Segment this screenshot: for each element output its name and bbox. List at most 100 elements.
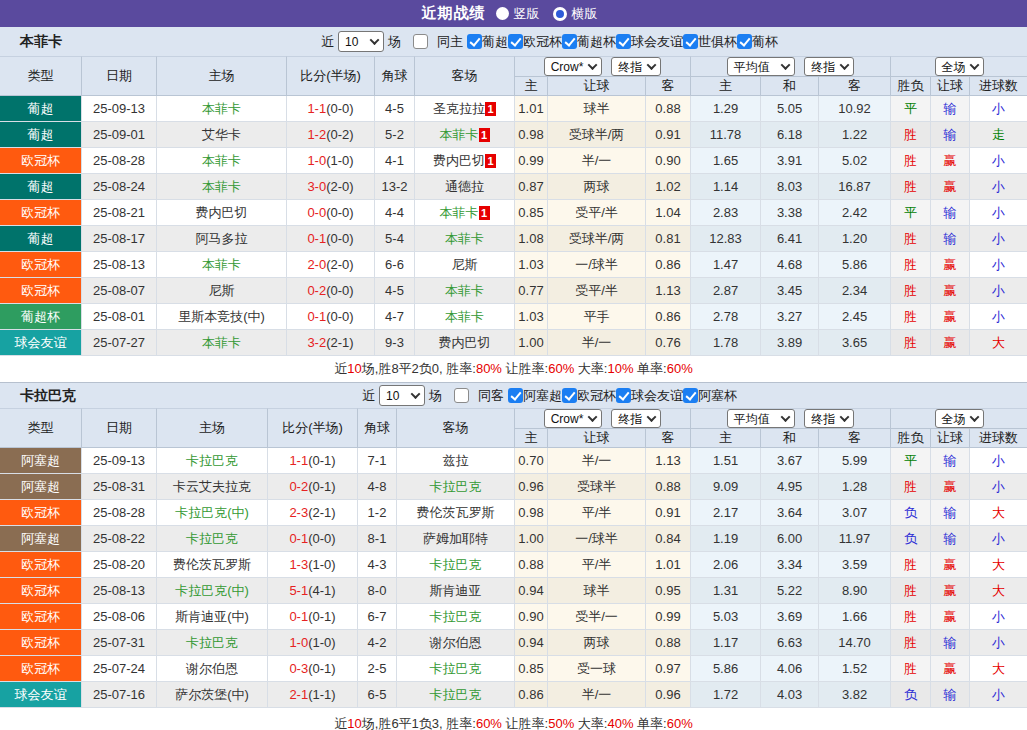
same-side-checkbox[interactable] — [413, 34, 428, 49]
league-badge: 葡超 — [0, 174, 82, 200]
col-header-home-odds: 主 — [515, 77, 548, 96]
match-date: 25-07-24 — [82, 656, 157, 682]
goals-result: 大 — [970, 656, 1027, 682]
odds-kind-select[interactable]: 终指 — [611, 57, 661, 76]
league-badge: 葡超杯 — [0, 304, 82, 330]
col-header-avg-away: 客 — [819, 77, 891, 96]
away-handicap-odds: 0.84 — [646, 526, 691, 552]
handicap-line: 半/一 — [548, 148, 646, 174]
avg-draw-odds: 4.03 — [761, 682, 819, 708]
league-badge: 葡超 — [0, 122, 82, 148]
league-checkbox-label: 葡超 — [482, 33, 508, 51]
away-handicap-odds: 0.88 — [646, 630, 691, 656]
avg-home-odds: 2.78 — [691, 304, 761, 330]
away-team: 本菲卡1 — [415, 200, 515, 226]
wdl-result: 胜 — [891, 174, 931, 200]
league-badge: 欧冠杯 — [0, 252, 82, 278]
avg-home-odds: 5.86 — [691, 656, 761, 682]
wdl-result: 胜 — [891, 552, 931, 578]
vertical-layout-radio[interactable] — [496, 7, 509, 20]
away-handicap-odds: 1.13 — [646, 278, 691, 304]
league-checkbox[interactable] — [683, 388, 698, 403]
odds-source-select[interactable]: Crow* — [544, 409, 602, 428]
col-header-away: 客场 — [397, 408, 515, 448]
recent-count-select[interactable]: 10 — [338, 31, 384, 52]
goals-result: 小 — [970, 200, 1027, 226]
line-result: 赢 — [931, 604, 970, 630]
match-date: 25-08-13 — [82, 578, 157, 604]
avg-kind-select[interactable]: 终指 — [804, 57, 854, 76]
avg-source-select[interactable]: 平均值 — [727, 409, 795, 428]
home-team: 本菲卡 — [157, 330, 287, 356]
away-team: 谢尔伯恩 — [397, 630, 515, 656]
same-side-label: 同主 — [437, 33, 463, 51]
scope-select[interactable]: 全场 — [935, 57, 984, 76]
avg-home-odds: 2.87 — [691, 278, 761, 304]
col-header-date: 日期 — [82, 56, 157, 96]
avg-home-odds: 12.83 — [691, 226, 761, 252]
league-checkbox[interactable] — [616, 388, 631, 403]
away-team: 尼斯 — [415, 252, 515, 278]
goals-result: 小 — [970, 304, 1027, 330]
line-result: 输 — [931, 500, 970, 526]
avg-away-odds: 5.99 — [819, 448, 891, 474]
match-score: 2-1(1-1) — [268, 682, 358, 708]
league-checkbox[interactable] — [737, 34, 752, 49]
league-checkbox[interactable] — [467, 34, 482, 49]
col-header-away-odds: 客 — [646, 77, 691, 96]
league-checkbox[interactable] — [508, 34, 523, 49]
match-score: 0-1(0-1) — [268, 604, 358, 630]
league-badge: 欧冠杯 — [0, 656, 82, 682]
line-result: 赢 — [931, 148, 970, 174]
goals-result: 走 — [970, 122, 1027, 148]
league-badge: 葡超 — [0, 96, 82, 122]
col-header-avg-draw: 和 — [761, 77, 819, 96]
away-team: 卡拉巴克 — [397, 604, 515, 630]
home-team: 艾华卡 — [157, 122, 287, 148]
chevron-down-icon — [969, 412, 979, 422]
home-handicap-odds: 1.03 — [515, 252, 548, 278]
goals-result: 小 — [970, 630, 1027, 656]
scope-select[interactable]: 全场 — [935, 409, 984, 428]
match-date: 25-08-06 — [82, 604, 157, 630]
match-date: 25-08-13 — [82, 252, 157, 278]
avg-home-odds: 2.06 — [691, 552, 761, 578]
league-badge: 阿塞超 — [0, 474, 82, 500]
recent-count-select[interactable]: 10 — [379, 385, 425, 406]
avg-draw-odds: 5.05 — [761, 96, 819, 122]
league-checkbox[interactable] — [562, 388, 577, 403]
odds-source-select[interactable]: Crow* — [544, 57, 602, 76]
goals-result: 小 — [970, 526, 1027, 552]
home-team: 费内巴切 — [157, 200, 287, 226]
league-checkbox[interactable] — [508, 388, 523, 403]
avg-draw-odds: 3.91 — [761, 148, 819, 174]
home-handicap-odds: 0.90 — [515, 604, 548, 630]
league-checkbox[interactable] — [683, 34, 698, 49]
same-side-checkbox[interactable] — [454, 388, 469, 403]
avg-home-odds: 11.78 — [691, 122, 761, 148]
league-checkbox[interactable] — [616, 34, 631, 49]
wdl-result: 平 — [891, 200, 931, 226]
match-date: 25-08-21 — [82, 200, 157, 226]
match-score: 2-0(2-0) — [287, 252, 375, 278]
match-row: 阿塞超25-08-22卡拉巴克0-1(0-0)8-1萨姆加耶特1.00一/球半0… — [0, 526, 1027, 552]
line-result: 赢 — [931, 578, 970, 604]
home-handicap-odds: 0.85 — [515, 200, 548, 226]
team-name: 本菲卡 — [20, 33, 62, 51]
odds-kind-select[interactable]: 终指 — [611, 409, 661, 428]
match-row: 阿塞超25-09-13卡拉巴克1-1(0-1)7-1兹拉0.70半/一1.131… — [0, 448, 1027, 474]
league-checkbox-label: 阿塞杯 — [698, 387, 737, 405]
match-score: 0-0(0-0) — [287, 200, 375, 226]
avg-draw-odds: 4.06 — [761, 656, 819, 682]
away-team: 兹拉 — [397, 448, 515, 474]
avg-home-odds: 2.17 — [691, 500, 761, 526]
avg-away-odds: 3.65 — [819, 330, 891, 356]
league-checkbox[interactable] — [562, 34, 577, 49]
avg-kind-select[interactable]: 终指 — [804, 409, 854, 428]
avg-source-select[interactable]: 平均值 — [727, 57, 795, 76]
line-result: 输 — [931, 682, 970, 708]
horizontal-layout-radio[interactable] — [553, 7, 567, 21]
corner-score: 4-8 — [358, 474, 397, 500]
avg-home-odds: 1.19 — [691, 526, 761, 552]
away-team: 卡拉巴克 — [397, 474, 515, 500]
